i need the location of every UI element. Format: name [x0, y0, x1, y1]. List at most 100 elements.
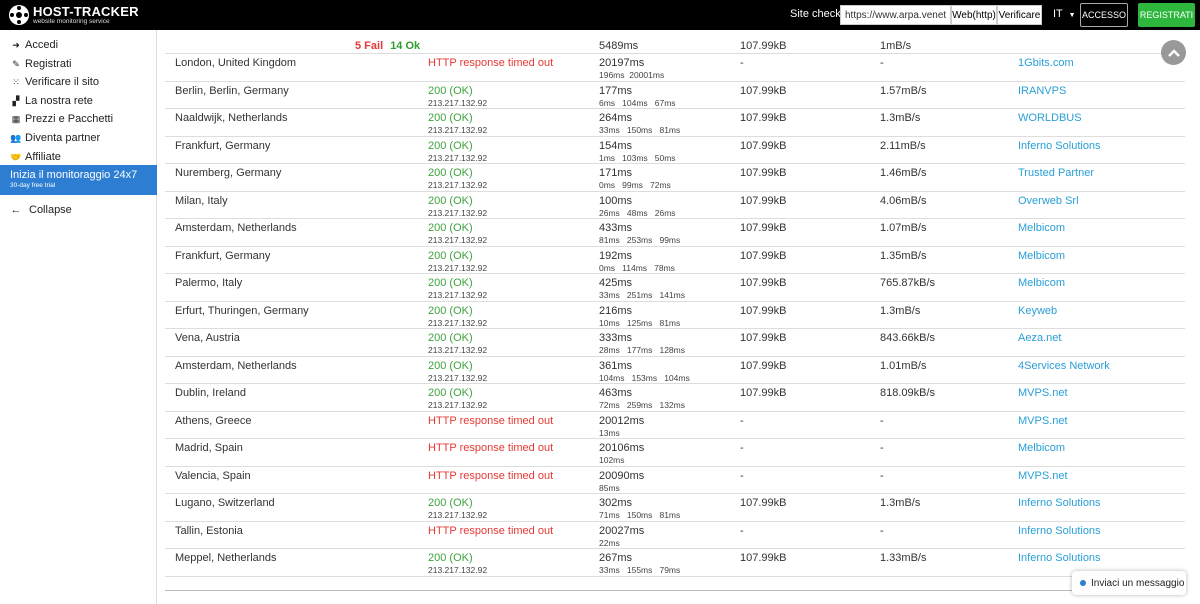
time-breakdown: 72ms 259ms 132ms [599, 400, 685, 410]
login-button[interactable]: ACCESSO [1080, 3, 1128, 27]
provider-link[interactable]: Inferno Solutions [1018, 496, 1101, 510]
provider-link[interactable]: MVPS.net [1018, 469, 1068, 483]
status-cell: 200 (OK) 213.217.132.92 [428, 221, 487, 245]
scroll-top-button[interactable] [1161, 40, 1186, 65]
sidebar-item-partner[interactable]: 👥 Diventa partner [10, 131, 100, 145]
size: 107.99kB [740, 332, 787, 344]
sidebar-item-label: La nostra rete [25, 95, 93, 107]
total-time: 425ms [599, 277, 633, 289]
register-button[interactable]: REGISTRATI [1138, 3, 1195, 27]
provider-link[interactable]: Melbicom [1018, 249, 1065, 263]
top-bar: HOST-TRACKER website monitoring service … [0, 0, 1200, 30]
status-cell: HTTP response timed out [428, 469, 553, 483]
table-row: Meppel, Netherlands 200 (OK) 213.217.132… [165, 549, 1185, 577]
status-cell: 200 (OK) 213.217.132.92 [428, 249, 487, 273]
url-input[interactable] [840, 5, 951, 25]
handshake-icon: 🤝 [10, 151, 22, 162]
users-icon: 👥 [10, 132, 22, 143]
table-row: Lugano, Switzerland 200 (OK) 213.217.132… [165, 494, 1185, 522]
status-text: HTTP response timed out [428, 414, 554, 427]
sidebar-item-label: Diventa partner [25, 132, 101, 144]
provider-link[interactable]: WORLDBUS [1018, 111, 1082, 125]
provider-link[interactable]: MVPS.net [1018, 414, 1068, 428]
table-row: Nuremberg, Germany 200 (OK) 213.217.132.… [165, 164, 1185, 192]
web-http-button[interactable]: Web(http) [951, 5, 997, 25]
cta-title: Inizia il monitoraggio 24x7 [10, 169, 138, 181]
table-row: Amsterdam, Netherlands 200 (OK) 213.217.… [165, 357, 1185, 384]
time-breakdown: 28ms 177ms 128ms [599, 345, 685, 355]
start-monitoring-cta[interactable]: Inizia il monitoraggio 24x7 30-day free … [0, 165, 157, 195]
time-cell: 20090ms 85ms [599, 469, 644, 493]
ip-address: 213.217.132.92 [428, 262, 488, 273]
ip-address: 213.217.132.92 [428, 235, 488, 245]
logo[interactable]: HOST-TRACKER website monitoring service [8, 4, 139, 26]
size: 107.99kB [740, 304, 787, 317]
time-cell: 425ms 33ms 251ms 141ms [599, 276, 685, 300]
ip-address: 213.217.132.92 [428, 207, 488, 218]
provider-link[interactable]: Aeza.net [1018, 331, 1061, 345]
provider-link[interactable]: MVPS.net [1018, 386, 1068, 400]
provider-link[interactable]: 4Services Network [1018, 359, 1110, 373]
time-cell: 361ms 104ms 153ms 104ms [599, 359, 690, 383]
provider-link[interactable]: Inferno Solutions [1018, 551, 1101, 565]
provider-link[interactable]: Trusted Partner [1018, 166, 1094, 180]
total-time: 20012ms [599, 414, 645, 427]
speed: - [880, 469, 884, 482]
time-breakdown: 33ms 251ms 141ms [599, 290, 685, 300]
sidebar-item-verificare[interactable]: ⁙ Verificare il sito [10, 75, 99, 89]
status-text: 200 (OK) [428, 304, 473, 317]
divider [165, 590, 1185, 591]
provider-link[interactable]: 1Gbits.com [1018, 56, 1074, 70]
location: Frankfurt, Germany [175, 139, 271, 152]
sidebar-item-prezzi[interactable]: ▦ Prezzi e Pacchetti [10, 112, 113, 126]
provider-link[interactable]: Overweb Srl [1018, 194, 1079, 208]
location: Dublin, Ireland [175, 387, 246, 399]
time-breakdown: 13ms [599, 427, 620, 438]
status-text: HTTP response timed out [428, 442, 554, 454]
speed: 1.07mB/s [880, 222, 927, 234]
size: 107.99kB [740, 249, 787, 262]
sidebar-item-affiliate[interactable]: 🤝 Affiliate [10, 150, 61, 164]
total-time: 20090ms [599, 469, 645, 482]
table-row: Vena, Austria 200 (OK) 213.217.132.92 33… [165, 329, 1185, 357]
speed: 1.01mB/s [880, 359, 927, 372]
sidebar-item-label: Affiliate [25, 151, 61, 163]
size: 107.99kB [740, 112, 787, 124]
collapse-button[interactable]: ← Collapse [10, 203, 72, 217]
sidebar-item-rete[interactable]: ▞ La nostra rete [10, 94, 93, 108]
provider-link[interactable]: Melbicom [1018, 441, 1065, 455]
location: Erfurt, Thuringen, Germany [175, 304, 309, 317]
ip-address: 213.217.132.92 [428, 125, 488, 135]
status-cell: 200 (OK) 213.217.132.92 [428, 84, 487, 108]
verify-button[interactable]: Verificare [997, 5, 1042, 25]
provider-link[interactable]: Keyweb [1018, 304, 1057, 318]
table-row: Palermo, Italy 200 (OK) 213.217.132.92 4… [165, 274, 1185, 302]
time-breakdown: 10ms 125ms 81ms [599, 317, 681, 328]
sidebar-item-accedi[interactable]: ➜ Accedi [10, 38, 58, 52]
time-breakdown: 33ms 155ms 79ms [599, 565, 681, 575]
provider-link[interactable]: Melbicom [1018, 221, 1065, 235]
table-row: Naaldwijk, Netherlands 200 (OK) 213.217.… [165, 109, 1185, 137]
time-cell: 192ms 0ms 114ms 78ms [599, 249, 675, 273]
size: 107.99kB [740, 359, 787, 372]
speed: 1.3mB/s [880, 497, 921, 509]
time-breakdown: 6ms 104ms 67ms [599, 97, 676, 108]
ip-address: 213.217.132.92 [428, 290, 488, 300]
provider-link[interactable]: Inferno Solutions [1018, 139, 1101, 153]
time-cell: 20012ms 13ms [599, 414, 644, 438]
status-text: 200 (OK) [428, 387, 473, 399]
time-breakdown: 71ms 150ms 81ms [599, 510, 681, 520]
language-selector[interactable]: IT ▼ [1053, 8, 1076, 20]
provider-link[interactable]: IRANVPS [1018, 84, 1066, 98]
status-text: HTTP response timed out [428, 469, 554, 482]
speed: 1.57mB/s [880, 84, 927, 97]
provider-link[interactable]: Inferno Solutions [1018, 524, 1101, 538]
total-time: 20197ms [599, 57, 645, 69]
provider-link[interactable]: Melbicom [1018, 276, 1065, 290]
location: Nuremberg, Germany [175, 167, 282, 179]
chat-widget[interactable]: Inviaci un messaggio [1072, 571, 1186, 595]
sidebar-item-registrati[interactable]: ✎ Registrati [10, 57, 71, 71]
summary-time: 5489ms [599, 40, 639, 52]
size: 107.99kB [740, 277, 787, 289]
status-text: 200 (OK) [428, 84, 473, 97]
